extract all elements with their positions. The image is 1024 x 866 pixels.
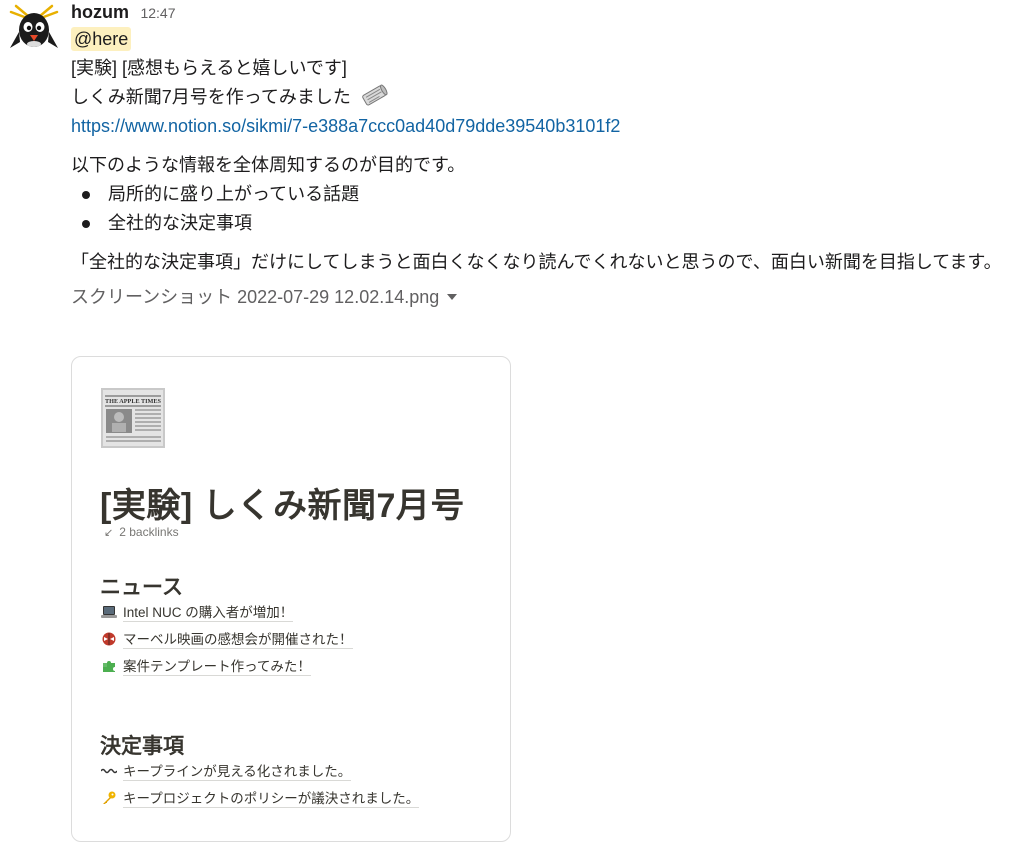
intro-text: 以下のような情報を全体周知するのが目的です。 — [71, 155, 466, 175]
backlinks: ↙ 2 backlinks — [104, 525, 179, 539]
file-name-label: スクリーンショット 2022-07-29 12.02.14.png — [71, 287, 440, 307]
laptop-icon — [101, 605, 117, 619]
penguin-avatar-icon — [9, 4, 59, 48]
list-item: 局所的に盛り上がっている話題 — [71, 180, 1011, 209]
author-name[interactable]: hozum — [71, 2, 129, 22]
timestamp[interactable]: 12:47 — [140, 5, 175, 21]
arrow-down-left-icon: ↙ — [104, 527, 114, 539]
puzzle-icon — [101, 659, 117, 673]
wavy-dash-icon — [100, 764, 118, 778]
decision-item-text: キープロジェクトのポリシーが議決されました。 — [123, 791, 420, 808]
message-header: hozum 12:47 — [71, 0, 1011, 24]
mention-line: @here — [71, 24, 1011, 54]
image-attachment-preview[interactable]: THE APPLE TIMES [実験] しくみ新聞7月号 ↙ 2 backlin… — [71, 356, 511, 842]
message-line-2-row: しくみ新聞7月号を作ってみました — [71, 83, 1011, 112]
news-item-text: マーベル映画の感想会が開催された！ — [123, 632, 353, 649]
list-item-text: 全社的な決定事項 — [108, 213, 252, 233]
newspaper-cover-icon: THE APPLE TIMES — [101, 388, 165, 448]
bullet-list: 局所的に盛り上がっている話題 全社的な決定事項 — [71, 180, 1011, 238]
notion-link[interactable]: https://www.notion.so/sikmi/7-e388a7ccc0… — [71, 116, 620, 136]
list-item: キープロジェクトのポリシーが議決されました。 — [101, 789, 420, 809]
chevron-down-icon[interactable] — [447, 294, 458, 300]
bullet-icon — [82, 220, 90, 228]
news-item-text: Intel NUC の購入者が増加！ — [123, 605, 294, 622]
list-item: マーベル映画の感想会が開催された！ — [101, 630, 353, 650]
here-mention[interactable]: @here — [71, 27, 132, 51]
section-heading-news: ニュース — [100, 576, 183, 599]
notion-link-row: https://www.notion.so/sikmi/7-e388a7ccc0… — [71, 112, 1011, 141]
rolled-newspaper-icon — [360, 83, 388, 106]
news-item-text: 案件テンプレート作ってみた！ — [123, 659, 311, 676]
message-line-1: [実験] [感想もらえると嬉しいです] — [71, 58, 347, 78]
list-item-text: 局所的に盛り上がっている話題 — [108, 184, 360, 204]
bullet-icon — [82, 191, 90, 199]
closing-text: 「全社的な決定事項」だけにしてしまうと面白くなくなり読んでくれないと思うので、面… — [71, 252, 1002, 272]
section-heading-decisions: 決定事項 — [100, 735, 184, 758]
backlinks-label: 2 backlinks — [119, 525, 179, 539]
newspaper-masthead: THE APPLE TIMES — [105, 398, 161, 405]
list-item: キープラインが見える化されました。 — [100, 762, 352, 782]
message: hozum 12:47 @here [実験] [感想もらえると嬉しいです] しく… — [71, 0, 1011, 312]
list-item: Intel NUC の購入者が増加！ — [101, 603, 294, 623]
spider-icon — [101, 632, 117, 646]
list-item: 案件テンプレート作ってみた！ — [101, 657, 311, 677]
key-icon — [101, 791, 117, 805]
decision-item-text: キープラインが見える化されました。 — [123, 764, 352, 781]
page-title: [実験] しくみ新聞7月号 — [100, 487, 465, 525]
message-line-2: しくみ新聞7月号を作ってみました — [71, 87, 351, 107]
list-item: 全社的な決定事項 — [71, 209, 1011, 238]
avatar[interactable] — [8, 2, 60, 54]
attachment-file-name[interactable]: スクリーンショット 2022-07-29 12.02.14.png — [71, 283, 1011, 312]
